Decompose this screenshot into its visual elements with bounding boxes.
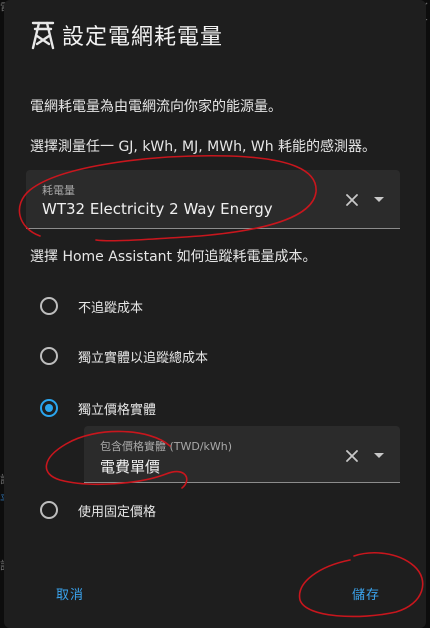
radio-label: 獨立實體以追蹤總成本 [78,350,209,366]
radio-label: 不追蹤成本 [78,300,144,316]
dialog-header: 設定電網耗電量 [30,18,223,52]
radio-button[interactable] [40,297,58,315]
dialog-title: 設定電網耗電量 [62,25,224,50]
energy-grid-dialog: 設定電網耗電量 電網耗電量為由電網流向你家的能源量。 選擇測量任一 GJ, kW… [4,0,426,628]
transmission-tower-icon [31,21,55,50]
consumption-sensor-select[interactable]: 耗電量 WT32 Electricity 2 Way Energy [26,170,400,229]
cost-instruction: 選擇 Home Assistant 如何追蹤耗電量成本。 [30,249,317,265]
cost-option-price-entity[interactable]: 獨立價格實體 [40,396,156,420]
radio-button[interactable] [40,347,58,365]
chevron-down-icon[interactable] [374,453,384,458]
consumption-field-label: 耗電量 [42,184,75,197]
cost-option-total-cost-entity[interactable]: 獨立實體以追蹤總成本 [40,344,208,368]
radio-button-checked[interactable] [40,399,58,417]
chevron-down-icon[interactable] [374,197,384,202]
clear-icon[interactable] [344,448,360,464]
dialog-description: 電網耗電量為由電網流向你家的能源量。 [30,99,282,115]
cost-option-fixed-price[interactable]: 使用固定價格 [40,498,156,522]
price-field-label: 包含價格實體 (TWD/kWh) [100,440,233,453]
radio-label: 使用固定價格 [78,504,157,520]
sensor-instruction: 選擇測量任一 GJ, kWh, MJ, MWh, Wh 耗能的感測器。 [30,139,377,155]
cancel-button[interactable]: 取消 [56,584,84,603]
price-entity-select[interactable]: 包含價格實體 (TWD/kWh) 電費單價 [84,426,400,483]
price-field-value: 電費單價 [100,458,161,476]
radio-label: 獨立價格實體 [78,402,157,418]
clear-icon[interactable] [344,192,360,208]
save-button[interactable]: 儲存 [352,584,380,603]
consumption-field-value: WT32 Electricity 2 Way Energy [42,200,273,218]
cost-option-none[interactable]: 不追蹤成本 [40,294,143,318]
radio-button[interactable] [40,501,58,519]
